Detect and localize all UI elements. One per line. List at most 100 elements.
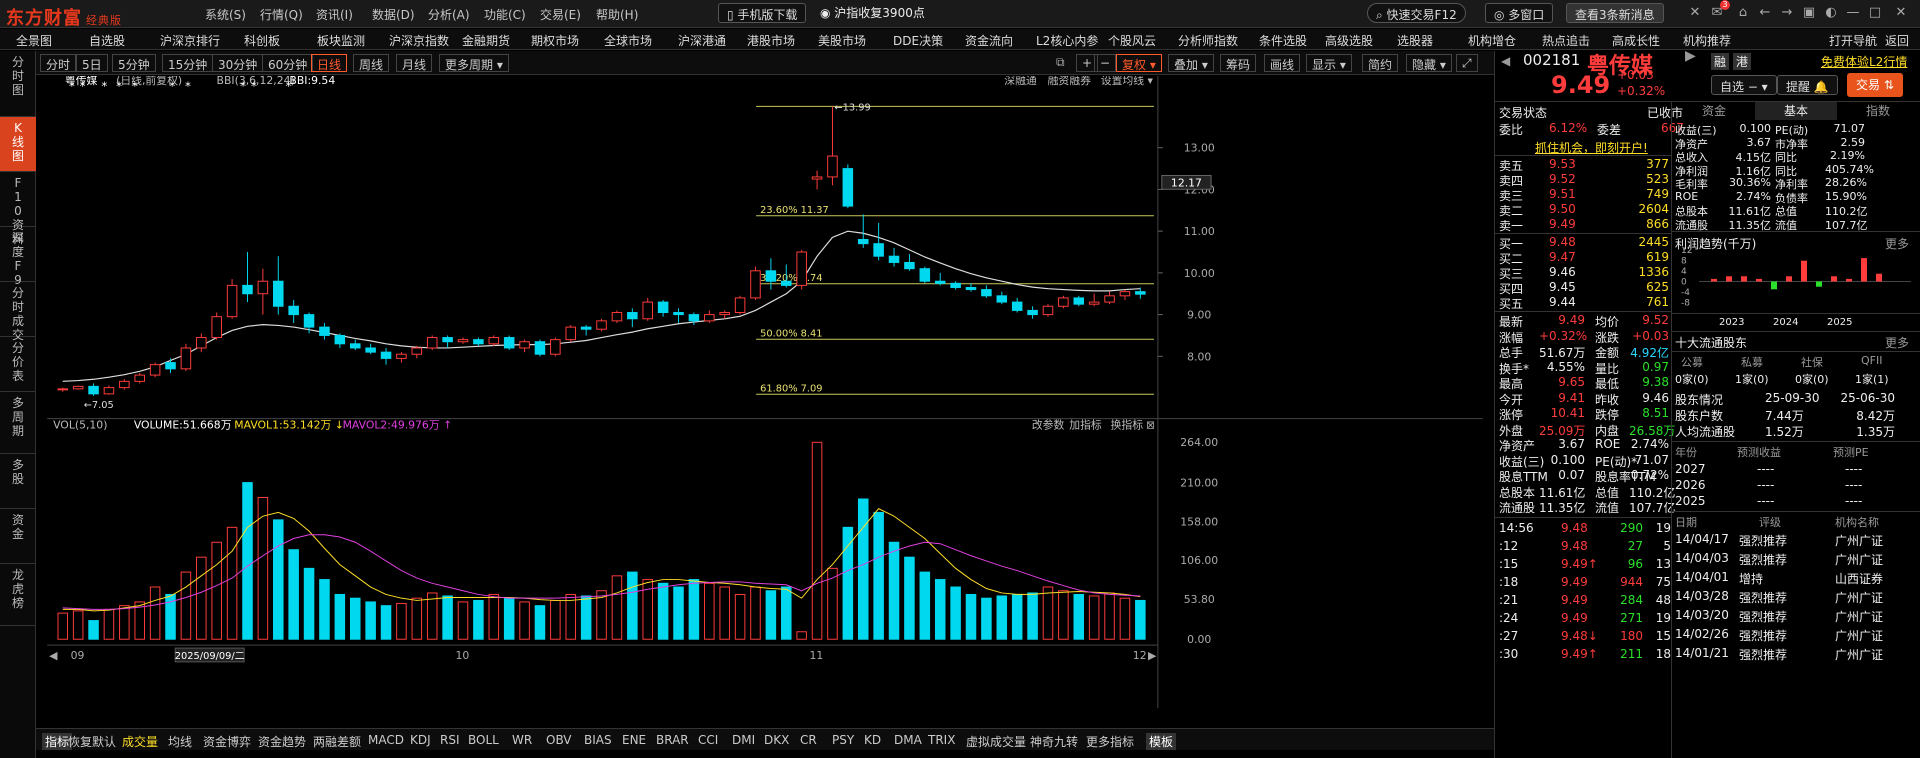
indicator-tab-18[interactable]: DKX (764, 733, 789, 747)
period-8[interactable]: 月线 (396, 54, 433, 72)
period-4[interactable]: 30分钟 (212, 54, 264, 72)
indicator-tab-4[interactable]: 资金博弈 (203, 733, 251, 750)
left-tab-2[interactable]: F10资料 (0, 172, 36, 246)
period-9[interactable]: 更多周期 ▾ (439, 54, 509, 72)
trade-button[interactable]: 交易 ⇅ (1847, 73, 1903, 97)
overlay-dropdown[interactable]: 叠加 ▾ (1168, 54, 1214, 72)
nav-item-22[interactable]: 高成长性 (1612, 32, 1660, 49)
nav-item-5[interactable]: 沪深京指数 (389, 32, 449, 49)
quick-trade-button[interactable]: ⌕ 快速交易F12 (1367, 3, 1466, 23)
nav-item-2[interactable]: 沪深京排行 (160, 32, 220, 49)
menu-2[interactable]: 资讯(I) (316, 6, 353, 23)
news-ticker[interactable]: ◉ 沪指收复3900点 (820, 4, 925, 21)
left-tab-0[interactable]: 分时图 (0, 51, 36, 117)
nav-item-12[interactable]: DDE决策 (893, 32, 943, 49)
period-3[interactable]: 15分钟 (162, 54, 214, 72)
kline-chart[interactable]: 粤传媒(日线,前复权)BBI(3,6,12,24)BBI:9.54粤传媒(日线,… (36, 76, 1494, 718)
close-alert-icon[interactable]: ✕ (1686, 5, 1704, 21)
indicator-tab-23[interactable]: TRIX (928, 733, 955, 747)
menu-3[interactable]: 数据(D) (372, 6, 415, 23)
close-window-icon[interactable]: ✕ (1892, 5, 1910, 21)
watchlist-dropdown[interactable]: 自选 − ▾ (1711, 75, 1777, 95)
left-tab-4[interactable]: 分时成交 (0, 282, 36, 342)
nav-item-8[interactable]: 全球市场 (604, 32, 652, 49)
forward-icon[interactable]: → (1778, 5, 1796, 21)
indicator-tab-13[interactable]: BIAS (584, 733, 612, 747)
nav-item-13[interactable]: 资金流向 (965, 32, 1013, 49)
copy-icon[interactable]: ⧉ (1051, 54, 1070, 72)
indicator-tab-20[interactable]: PSY (832, 733, 854, 747)
period-7[interactable]: 周线 (353, 54, 390, 72)
indicator-tab-15[interactable]: BRAR (656, 733, 689, 747)
fullscreen-icon[interactable]: ⤢ (1456, 54, 1478, 72)
left-tab-1[interactable]: K线图 (0, 117, 36, 172)
left-tab-5[interactable]: 分价表 (0, 337, 36, 392)
remind-button[interactable]: 提醒 🔔 (1777, 75, 1838, 95)
nav-item-1[interactable]: 自选股 (89, 32, 125, 49)
nav-item-16[interactable]: 分析师指数 (1178, 32, 1238, 49)
indicator-tab-10[interactable]: BOLL (468, 733, 499, 747)
nav-item-19[interactable]: 选股器 (1397, 32, 1433, 49)
indicator-tab-9[interactable]: RSI (440, 733, 460, 747)
menu-5[interactable]: 功能(C) (484, 6, 526, 23)
simplify-button[interactable]: 简约 (1362, 54, 1399, 72)
nav-item-4[interactable]: 板块监测 (317, 32, 365, 49)
left-tab-8[interactable]: 资金 (0, 509, 36, 564)
period-6[interactable]: 日线 (311, 54, 348, 72)
nav-item-7[interactable]: 期权市场 (531, 32, 579, 49)
draw-button[interactable]: 画线 (1264, 54, 1301, 72)
multi-window-button[interactable]: ◎ 多窗口 (1485, 3, 1554, 23)
left-tab-6[interactable]: 多周期 (0, 392, 36, 454)
left-tab-3[interactable]: 深度F9 (0, 227, 36, 287)
indicator-tab-1[interactable]: 恢复默认 (68, 733, 116, 750)
mobile-download-button[interactable]: ▯ 手机版下载 (718, 3, 807, 23)
zoom-out-button[interactable]: − (1094, 54, 1117, 72)
indicator-tab-11[interactable]: WR (512, 733, 532, 747)
menu-7[interactable]: 帮助(H) (596, 6, 638, 23)
nav-item-3[interactable]: 科创板 (244, 32, 280, 49)
indicator-tab-5[interactable]: 资金趋势 (258, 733, 306, 750)
nav-item-17[interactable]: 条件选股 (1259, 32, 1307, 49)
news-alert-button[interactable]: 查看3条新消息 (1566, 3, 1664, 23)
indicator-tab-17[interactable]: DMI (732, 733, 755, 747)
nav-item-25[interactable]: 返回 (1885, 32, 1909, 49)
fund-tab-2[interactable]: 指数 (1837, 102, 1919, 120)
hide-dropdown[interactable]: 隐藏 ▾ (1406, 54, 1452, 72)
back-icon[interactable]: ← (1756, 5, 1774, 21)
nav-item-9[interactable]: 沪深港通 (678, 32, 726, 49)
chips-button[interactable]: 筹码 (1220, 54, 1257, 72)
nav-item-10[interactable]: 港股市场 (747, 32, 795, 49)
menu-6[interactable]: 交易(E) (540, 6, 581, 23)
indicator-tab-2[interactable]: 成交量 (122, 733, 158, 750)
lock-icon[interactable]: ▣ (1800, 5, 1818, 21)
indicator-tab-6[interactable]: 两融差额 (313, 733, 361, 750)
nav-item-24[interactable]: 打开导航 (1829, 32, 1877, 49)
indicator-tab-8[interactable]: KDJ (410, 733, 431, 747)
menu-0[interactable]: 系统(S) (205, 6, 246, 23)
menu-4[interactable]: 分析(A) (428, 6, 470, 23)
left-tab-7[interactable]: 多股 (0, 454, 36, 509)
nav-item-0[interactable]: 全景图 (16, 32, 52, 49)
skin-icon[interactable]: ◐ (1822, 5, 1840, 21)
left-tab-9[interactable]: 龙虎榜 (0, 564, 36, 626)
indicator-tab-12[interactable]: OBV (546, 733, 572, 747)
fund-tab-1[interactable]: 基本 (1755, 102, 1837, 120)
nav-item-18[interactable]: 高级选股 (1325, 32, 1373, 49)
indicator-tab-19[interactable]: CR (800, 733, 817, 747)
indicator-tab-16[interactable]: CCI (698, 733, 718, 747)
period-2[interactable]: 5分钟 (112, 54, 156, 72)
period-0[interactable]: 分时 (40, 54, 77, 72)
home-icon[interactable]: ⌂ (1734, 5, 1752, 21)
menu-1[interactable]: 行情(Q) (260, 6, 303, 23)
nav-item-21[interactable]: 热点追击 (1542, 32, 1590, 49)
indicator-tab-26[interactable]: 更多指标 (1086, 733, 1134, 750)
indicator-tab-14[interactable]: ENE (622, 733, 646, 747)
adjust-dropdown[interactable]: 复权 ▾ (1116, 54, 1162, 72)
period-1[interactable]: 5日 (76, 54, 108, 72)
nav-item-6[interactable]: 金融期货 (462, 32, 510, 49)
indicator-tab-24[interactable]: 虚拟成交量 (966, 733, 1026, 750)
nav-item-23[interactable]: 机构推荐 (1683, 32, 1731, 49)
nav-item-15[interactable]: 个股风云 (1108, 32, 1156, 49)
nav-item-11[interactable]: 美股市场 (818, 32, 866, 49)
indicator-tab-25[interactable]: 神奇九转 (1030, 733, 1078, 750)
